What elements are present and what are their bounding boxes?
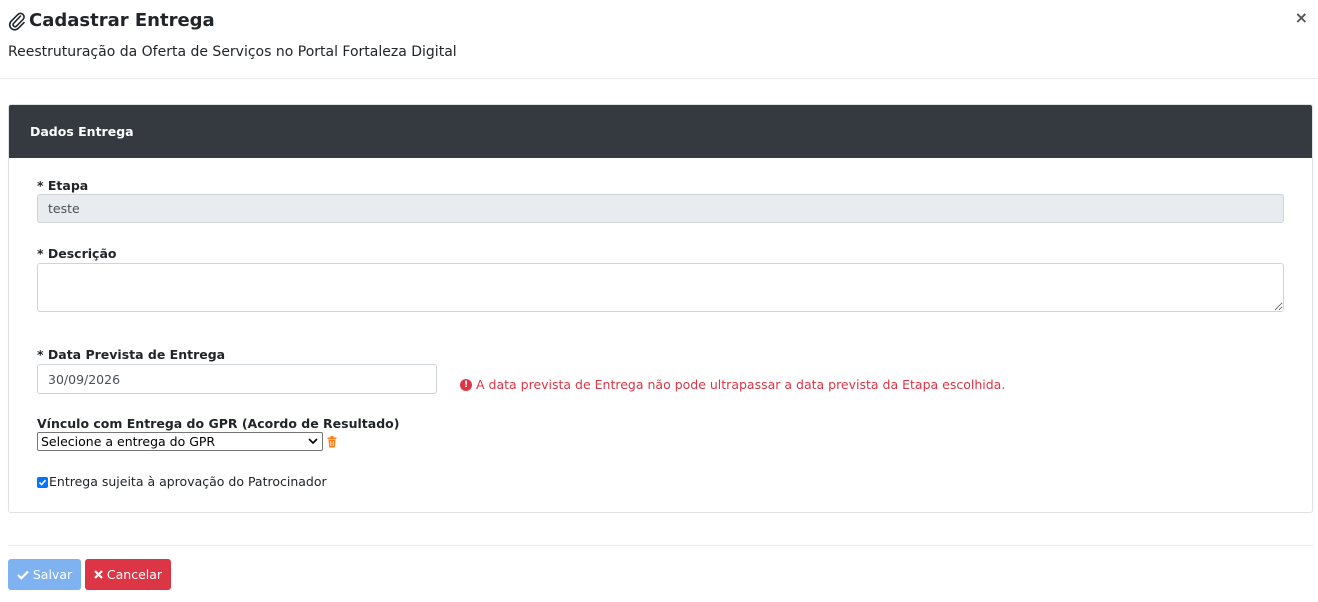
- cadastrar-entrega-modal: Cadastrar Entrega Reestruturação da Ofer…: [0, 0, 1318, 602]
- etapa-label: * Etapa: [37, 178, 89, 193]
- vinculo-label: Vínculo com Entrega do GPR (Acordo de Re…: [37, 416, 400, 431]
- data-prevista-input[interactable]: [37, 364, 437, 394]
- check-icon: [17, 570, 29, 580]
- error-message: A data prevista de Entrega não pode ultr…: [476, 377, 1006, 392]
- cancel-button[interactable]: Cancelar: [85, 559, 171, 590]
- footer-divider: [8, 545, 1313, 546]
- descricao-label: * Descrição: [37, 246, 117, 261]
- exclamation-circle-icon: !: [460, 379, 472, 391]
- close-icon: [94, 570, 103, 579]
- descricao-textarea[interactable]: [37, 263, 1284, 312]
- save-label: Salvar: [32, 567, 73, 582]
- cancel-label: Cancelar: [106, 567, 163, 582]
- vinculo-select[interactable]: Selecione a entrega do GPR: [37, 432, 323, 451]
- title-row: Cadastrar Entrega: [8, 10, 215, 32]
- modal-header: Cadastrar Entrega Reestruturação da Ofer…: [0, 0, 1318, 79]
- close-button[interactable]: ×: [1295, 9, 1308, 27]
- vinculo-selected-value: Selecione a entrega do GPR: [41, 434, 216, 449]
- card-header: Dados Entrega: [9, 105, 1312, 158]
- aprovacao-label: Entrega sujeita à aprovação do Patrocina…: [49, 474, 327, 489]
- etapa-field[interactable]: [37, 194, 1284, 223]
- chevron-down-icon: [308, 438, 318, 445]
- save-button[interactable]: Salvar: [8, 559, 81, 590]
- modal-subtitle: Reestruturação da Oferta de Serviços no …: [8, 44, 457, 60]
- aprovacao-checkbox[interactable]: [37, 476, 48, 488]
- check-icon: [38, 479, 47, 486]
- trash-icon[interactable]: [327, 436, 337, 448]
- aprovacao-checkbox-row[interactable]: Entrega sujeita à aprovação do Patrocina…: [37, 474, 327, 490]
- data-prevista-label: * Data Prevista de Entrega: [37, 347, 226, 362]
- modal-title: Cadastrar Entrega: [29, 10, 215, 31]
- data-prevista-error: ! A data prevista de Entrega não pode ul…: [460, 377, 1005, 393]
- paperclip-icon: [8, 12, 25, 31]
